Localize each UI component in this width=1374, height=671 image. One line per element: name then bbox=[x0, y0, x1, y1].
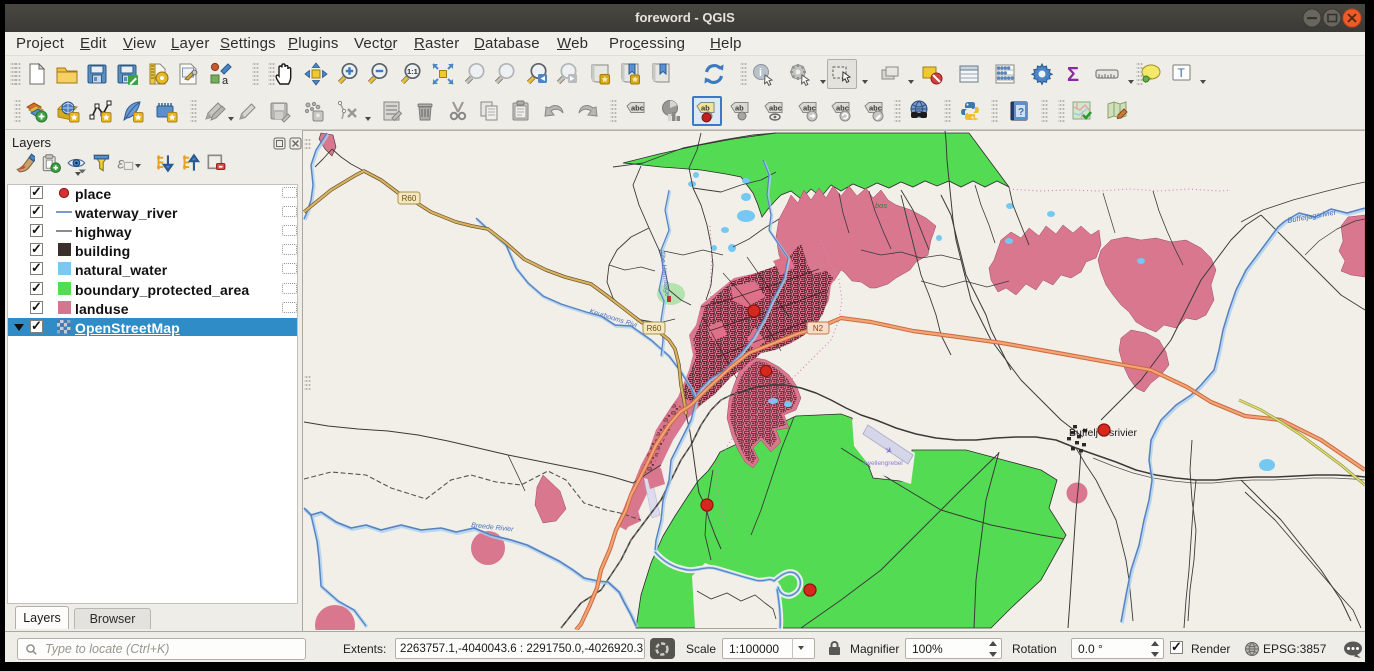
svg-text:swellengrebel: swellengrebel bbox=[863, 460, 903, 467]
svg-text:R60: R60 bbox=[402, 194, 417, 203]
svg-text:1:1: 1:1 bbox=[407, 67, 418, 76]
svg-text:a: a bbox=[222, 75, 229, 86]
svg-text:abc: abc bbox=[631, 104, 644, 113]
svg-text:i: i bbox=[759, 67, 762, 79]
svg-text:?: ? bbox=[1018, 107, 1024, 118]
svg-text:ab: ab bbox=[735, 104, 744, 113]
svg-text:ε: ε bbox=[117, 155, 124, 172]
svg-text:T: T bbox=[1178, 66, 1186, 80]
svg-text:Σ: Σ bbox=[1067, 64, 1079, 86]
svg-text:bos: bos bbox=[875, 201, 887, 210]
svg-text:Buffelj: Buffelj bbox=[1069, 427, 1098, 439]
svg-text:R60: R60 bbox=[647, 324, 662, 333]
svg-text:abc: abc bbox=[769, 104, 782, 113]
svg-text:N2: N2 bbox=[813, 324, 824, 333]
svg-text:srivier: srivier bbox=[1109, 427, 1138, 439]
